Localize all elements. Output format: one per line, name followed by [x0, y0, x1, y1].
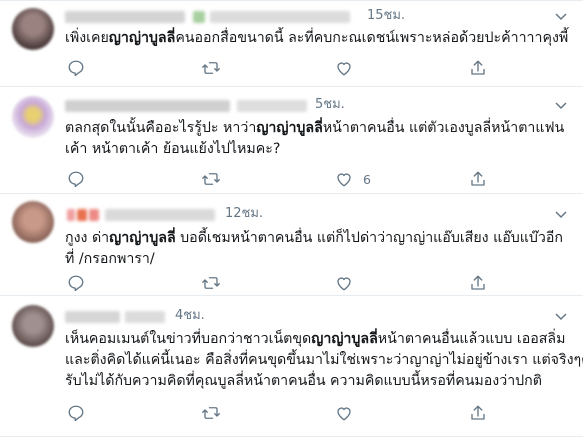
- share-icon: [471, 275, 485, 290]
- heart-icon: [337, 277, 351, 291]
- tweet-actions: [65, 403, 485, 423]
- share-button[interactable]: [469, 169, 487, 189]
- tweet-line: เค้า หน้าตาเค้า ย้อนแย้งไปไหมคะ?: [65, 141, 281, 157]
- retweet-button[interactable]: [201, 58, 221, 78]
- tweet-line: ที่ /กรอกพารา/: [65, 251, 155, 267]
- tweet-line: กูงง ด่าญาญ่าบูลลี่ บอดี้เชมหน้าตาคนอื่น…: [65, 230, 563, 246]
- author-name[interactable]: [67, 209, 75, 221]
- tweet-header: 5ชม.: [65, 96, 570, 116]
- tweet[interactable]: 5ชม. ตลกสุดในนั้นคืออะไรรู้ปะ หาว่าญาญ่า…: [0, 86, 583, 193]
- like-button[interactable]: [335, 58, 353, 78]
- like-button[interactable]: [335, 273, 353, 293]
- tweet-time[interactable]: 5ชม.: [315, 96, 345, 114]
- reply-icon: [68, 405, 84, 422]
- tweet-line: ตลกสุดในนั้นคืออะไรรู้ปะ หาว่าญาญ่าบูลลี…: [65, 120, 565, 136]
- tweet-actions: [65, 58, 485, 78]
- share-icon: [471, 171, 485, 186]
- chevron-down-icon[interactable]: [554, 309, 568, 323]
- reply-icon: [68, 171, 84, 188]
- retweet-button[interactable]: [201, 403, 221, 423]
- author-handle[interactable]: [125, 311, 165, 323]
- tweet[interactable]: 15ชม. เพิ่งเคยญาญ่าบูลลี่คนออกสื่อขนาดนี…: [0, 0, 583, 86]
- author-name[interactable]: [77, 209, 87, 221]
- heart-icon: [337, 62, 351, 76]
- retweet-button[interactable]: [201, 169, 221, 189]
- heart-icon: [337, 407, 351, 421]
- retweet-icon: [202, 62, 220, 74]
- retweet-icon: [202, 277, 220, 289]
- author-name[interactable]: [89, 209, 99, 221]
- tweet-header: 12ชม.: [65, 205, 570, 225]
- tweet-time[interactable]: 15ชม.: [367, 7, 405, 25]
- tweet[interactable]: 4ชม. เห็นคอมเมนต์ในข่าวที่บอกว่าชาวเน็ตข…: [0, 295, 583, 436]
- chevron-down-icon[interactable]: [554, 98, 568, 112]
- share-icon: [471, 405, 485, 420]
- tweet-actions: 6: [65, 169, 485, 189]
- retweet-icon: [202, 173, 220, 185]
- reply-button[interactable]: [67, 169, 85, 189]
- like-count: 6: [363, 171, 371, 187]
- author-handle[interactable]: [210, 11, 350, 23]
- avatar[interactable]: [12, 8, 54, 50]
- tweet-header: 4ชม.: [65, 307, 570, 327]
- tweet-text: ตลกสุดในนั้นคืออะไรรู้ปะ หาว่าญาญ่าบูลลี…: [65, 118, 575, 160]
- like-button[interactable]: [335, 403, 353, 423]
- tweet-text: กูงง ด่าญาญ่าบูลลี่ บอดี้เชมหน้าตาคนอื่น…: [65, 228, 575, 270]
- tweet-line: และติ่งคิดได้แค่นี้เนอะ คือสิ่งที่คนขุดข…: [65, 352, 583, 368]
- reply-button[interactable]: [67, 58, 85, 78]
- tweet-time[interactable]: 4ชม.: [175, 307, 205, 325]
- share-icon: [471, 60, 485, 75]
- avatar[interactable]: [12, 305, 54, 347]
- tweet-header: 15ชม.: [65, 7, 570, 27]
- author-name[interactable]: [65, 311, 120, 323]
- retweet-button[interactable]: [201, 273, 221, 293]
- tweet[interactable]: 12ชม. กูงง ด่าญาญ่าบูลลี่ บอดี้เชมหน้าตา…: [0, 193, 583, 295]
- share-button[interactable]: [469, 58, 487, 78]
- tweet-actions: [65, 273, 485, 293]
- author-name[interactable]: [65, 11, 185, 23]
- chevron-down-icon[interactable]: [554, 9, 568, 23]
- share-button[interactable]: [469, 273, 487, 293]
- like-button[interactable]: 6: [335, 169, 371, 189]
- heart-icon: [337, 173, 351, 187]
- tweet-line: เพิ่งเคยญาญ่าบูลลี่คนออกสื่อขนาดนี้ ละที…: [65, 30, 569, 46]
- retweet-icon: [202, 407, 220, 419]
- reply-icon: [68, 60, 84, 77]
- reply-icon: [68, 275, 84, 292]
- tweet-text: เห็นคอมเมนต์ในข่าวที่บอกว่าชาวเน็ตขุดญาญ…: [65, 329, 583, 392]
- tweet-time[interactable]: 12ชม.: [225, 205, 263, 223]
- avatar[interactable]: [12, 201, 54, 243]
- tweet-line: รับไม่ได้กับความคิดที่คุณบูลลี่หน้าตาคนอ…: [65, 373, 542, 389]
- author-name[interactable]: [65, 100, 230, 112]
- tweet-text: เพิ่งเคยญาญ่าบูลลี่คนออกสื่อขนาดนี้ ละที…: [65, 28, 575, 49]
- author-handle[interactable]: [105, 209, 215, 221]
- reply-button[interactable]: [67, 403, 85, 423]
- author-handle[interactable]: [237, 100, 307, 112]
- author-handle[interactable]: [193, 11, 205, 23]
- tweet-line: เห็นคอมเมนต์ในข่าวที่บอกว่าชาวเน็ตขุดญาญ…: [65, 331, 566, 347]
- avatar[interactable]: [12, 96, 54, 138]
- share-button[interactable]: [469, 403, 487, 423]
- reply-button[interactable]: [67, 273, 85, 293]
- chevron-down-icon[interactable]: [554, 207, 568, 221]
